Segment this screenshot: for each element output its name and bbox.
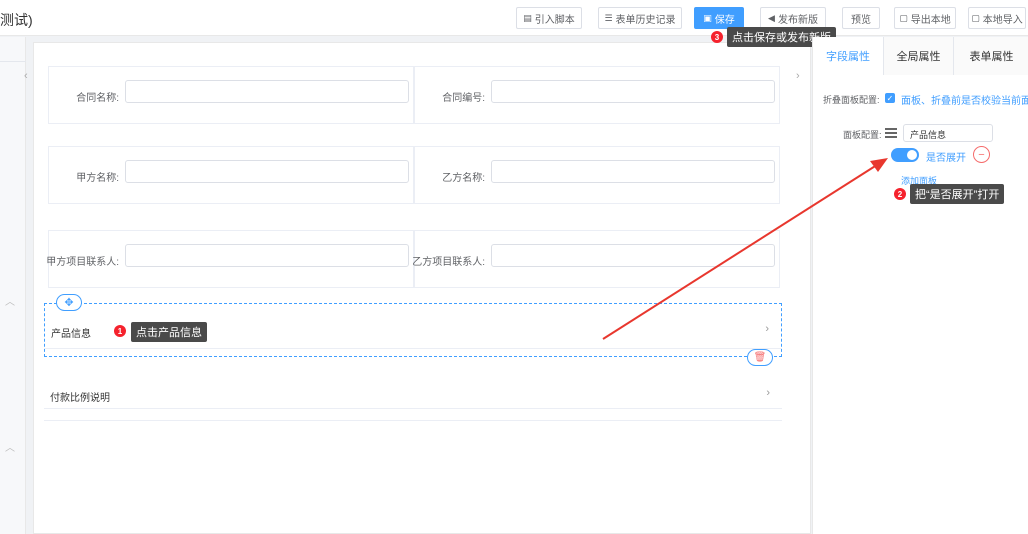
move-icon[interactable]: ✥ (56, 294, 82, 311)
expand-switch[interactable] (891, 148, 919, 162)
tab-field-props[interactable]: 字段属性 (813, 37, 883, 75)
sidebar-divider (0, 61, 26, 62)
party-a-input[interactable] (125, 160, 409, 183)
party-b-input[interactable] (491, 160, 775, 183)
top-toolbar: 测试) ▤ 引入脚本 ☰ 表单历史记录 ▣ 保存 ◀ 发布新版 预览 ▢ 导出本… (0, 0, 1028, 36)
field-party-b: 乙方名称: (414, 146, 780, 204)
script-icon: ▤ (523, 12, 532, 23)
field-party-b-contact: 乙方项目联系人: (412, 230, 780, 288)
app-title: 测试) (0, 12, 33, 28)
fold-config-text: 面板、折叠前是否校验当前面 (901, 96, 1028, 107)
preview-label: 预览 (851, 14, 871, 26)
import-script-button[interactable]: ▤ 引入脚本 (516, 7, 582, 29)
tab-global-props[interactable]: 全局属性 (883, 37, 953, 75)
field-label: 乙方项目联系人: (412, 257, 485, 268)
tab-form-props[interactable]: 表单属性 (953, 37, 1028, 75)
tip-step-2: 把“是否展开”打开 (910, 184, 1005, 204)
field-label: 合同编号: (442, 93, 485, 104)
save-icon: ▣ (703, 12, 712, 23)
field-label: 甲方名称: (76, 173, 119, 184)
import-icon: ▢ (971, 12, 980, 23)
publish-label: 发布新版 (777, 14, 818, 26)
panel-name-input[interactable]: 产品信息 (903, 124, 993, 142)
history-icon: ☰ (604, 12, 613, 23)
left-sidebar: ︿ ︿ (0, 37, 26, 534)
fold-config-checkbox[interactable]: ✓ (885, 93, 895, 103)
export-local-label: 导出本地 (910, 14, 951, 26)
panel-divider (44, 420, 782, 421)
panel-config-label: 面板配置: (843, 130, 882, 140)
chevron-right-icon[interactable]: › (765, 323, 769, 335)
publish-button[interactable]: ◀ 发布新版 (760, 7, 826, 29)
party-b-contact-input[interactable] (491, 244, 775, 267)
field-contract-no: 合同编号: (414, 66, 780, 124)
send-icon: ◀ (768, 12, 775, 23)
field-party-a-contact: 甲方项目联系人: (46, 230, 414, 288)
save-label: 保存 (714, 14, 735, 26)
expand-label: 是否展开 (926, 153, 966, 164)
export-local-button[interactable]: ▢ 导出本地 (894, 7, 956, 29)
form-history-button[interactable]: ☰ 表单历史记录 (598, 7, 682, 29)
field-party-a: 甲方名称: (48, 146, 414, 204)
panel-divider (44, 348, 782, 349)
caret-up-icon[interactable]: ︿ (5, 439, 15, 454)
party-a-contact-input[interactable] (125, 244, 409, 267)
panel-divider (44, 408, 782, 409)
step-badge-1: 1 (114, 325, 126, 337)
field-label: 乙方名称: (442, 173, 485, 184)
tip-step-1: 点击产品信息 (131, 322, 207, 342)
save-button[interactable]: ▣ 保存 (694, 7, 744, 29)
import-local-label: 本地导入 (982, 14, 1023, 26)
trash-icon[interactable]: 🗑 (747, 349, 773, 366)
import-local-button[interactable]: ▢ 本地导入 (968, 7, 1026, 29)
chevron-left-icon[interactable]: ‹ (24, 70, 34, 88)
form-history-label: 表单历史记录 (615, 14, 676, 26)
chevron-right-icon[interactable]: › (766, 387, 770, 399)
property-tabs: 字段属性 全局属性 表单属性 (813, 37, 1028, 75)
fold-config-label: 折叠面板配置: (823, 95, 880, 105)
field-contract-name: 合同名称: (48, 66, 414, 124)
drag-handle-icon[interactable] (885, 128, 897, 138)
remove-panel-icon[interactable]: − (973, 146, 990, 163)
field-label: 甲方项目联系人: (46, 257, 119, 268)
panel-title: 付款比例说明 (50, 393, 110, 404)
chevron-right-icon[interactable]: › (796, 70, 806, 88)
step-badge-3: 3 (711, 31, 723, 43)
contract-no-input[interactable] (491, 80, 775, 103)
properties-panel: 字段属性 全局属性 表单属性 折叠面板配置: ✓ 面板、折叠前是否校验当前面 面… (812, 37, 1028, 534)
import-script-label: 引入脚本 (534, 14, 575, 26)
contract-name-input[interactable] (125, 80, 409, 103)
field-label: 合同名称: (76, 93, 119, 104)
export-icon: ▢ (899, 12, 908, 23)
panel-title: 产品信息 (51, 329, 91, 340)
caret-up-icon[interactable]: ︿ (5, 293, 15, 308)
preview-button[interactable]: 预览 (842, 7, 880, 29)
step-badge-2: 2 (894, 188, 906, 200)
